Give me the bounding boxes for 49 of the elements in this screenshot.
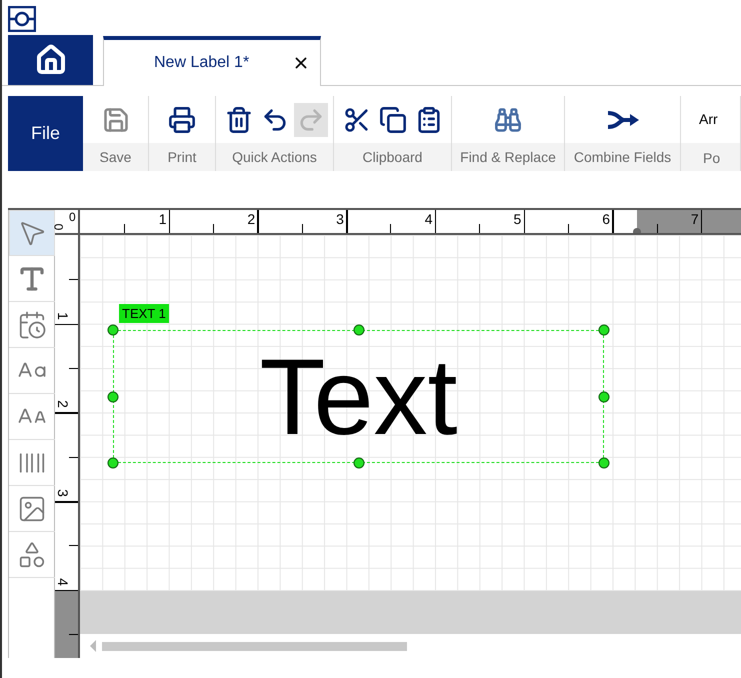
ribbon-group-label: Find & Replace (460, 148, 556, 167)
ruler-number: 4 (424, 211, 433, 227)
ribbon-group-label: Print (168, 148, 196, 166)
ribbon-text: Arr (698, 110, 719, 129)
ruler-number: 2 (247, 211, 256, 227)
ruler-number: 5 (514, 211, 522, 227)
resize-handle[interactable] (108, 458, 118, 468)
calendar-clock-icon (17, 310, 47, 340)
ruler-number: 0 (69, 210, 76, 224)
shapes-icon (17, 540, 47, 570)
ruler-number: 3 (336, 211, 344, 227)
ribbon-group-label: Po (702, 149, 722, 168)
ruler-margin (55, 591, 78, 658)
binoculars-icon (494, 106, 522, 134)
ruler-number: 3 (55, 488, 71, 499)
tab-title: New Label 1* (154, 53, 250, 73)
home-button[interactable] (8, 35, 93, 85)
ruler-number: 2 (55, 399, 71, 410)
scissors-icon (342, 106, 370, 134)
ruler-number: 0 (51, 224, 66, 230)
ruler-number: 4 (55, 576, 71, 588)
ruler-number: 1 (55, 310, 71, 322)
resize-handle[interactable] (353, 324, 364, 336)
ribbon-group-label: Save (100, 148, 132, 166)
ribbon-group-label: Quick Actions (232, 148, 317, 167)
trash-icon (224, 106, 252, 134)
ruler-number: 6 (602, 211, 610, 227)
file-button[interactable]: File (8, 96, 83, 171)
home-icon (34, 44, 66, 76)
printer-icon (168, 106, 196, 134)
save-icon (102, 106, 130, 134)
ruler-number: 1 (158, 211, 166, 227)
horizontal-scrollbar[interactable] (102, 642, 407, 650)
resize-handle[interactable] (598, 391, 610, 402)
resize-handle[interactable] (108, 391, 118, 402)
resize-handle[interactable] (108, 324, 118, 336)
tool-button[interactable] (9, 210, 55, 256)
resize-handle[interactable] (598, 324, 610, 336)
resize-handle[interactable] (598, 458, 610, 468)
ruler-number: 7 (690, 211, 699, 227)
ribbon-group-label: Combine Fields (574, 148, 672, 166)
app-logo-icon (8, 6, 36, 32)
document-tab[interactable]: New Label 1* (103, 36, 321, 86)
label-text: Text (259, 342, 458, 452)
copy-icon (378, 106, 406, 134)
merge-arrow-icon (606, 108, 640, 130)
ribbon-group-label: Clipboard (362, 148, 422, 167)
object-tag: TEXT 1 (119, 304, 169, 323)
resize-handle[interactable] (353, 458, 364, 468)
